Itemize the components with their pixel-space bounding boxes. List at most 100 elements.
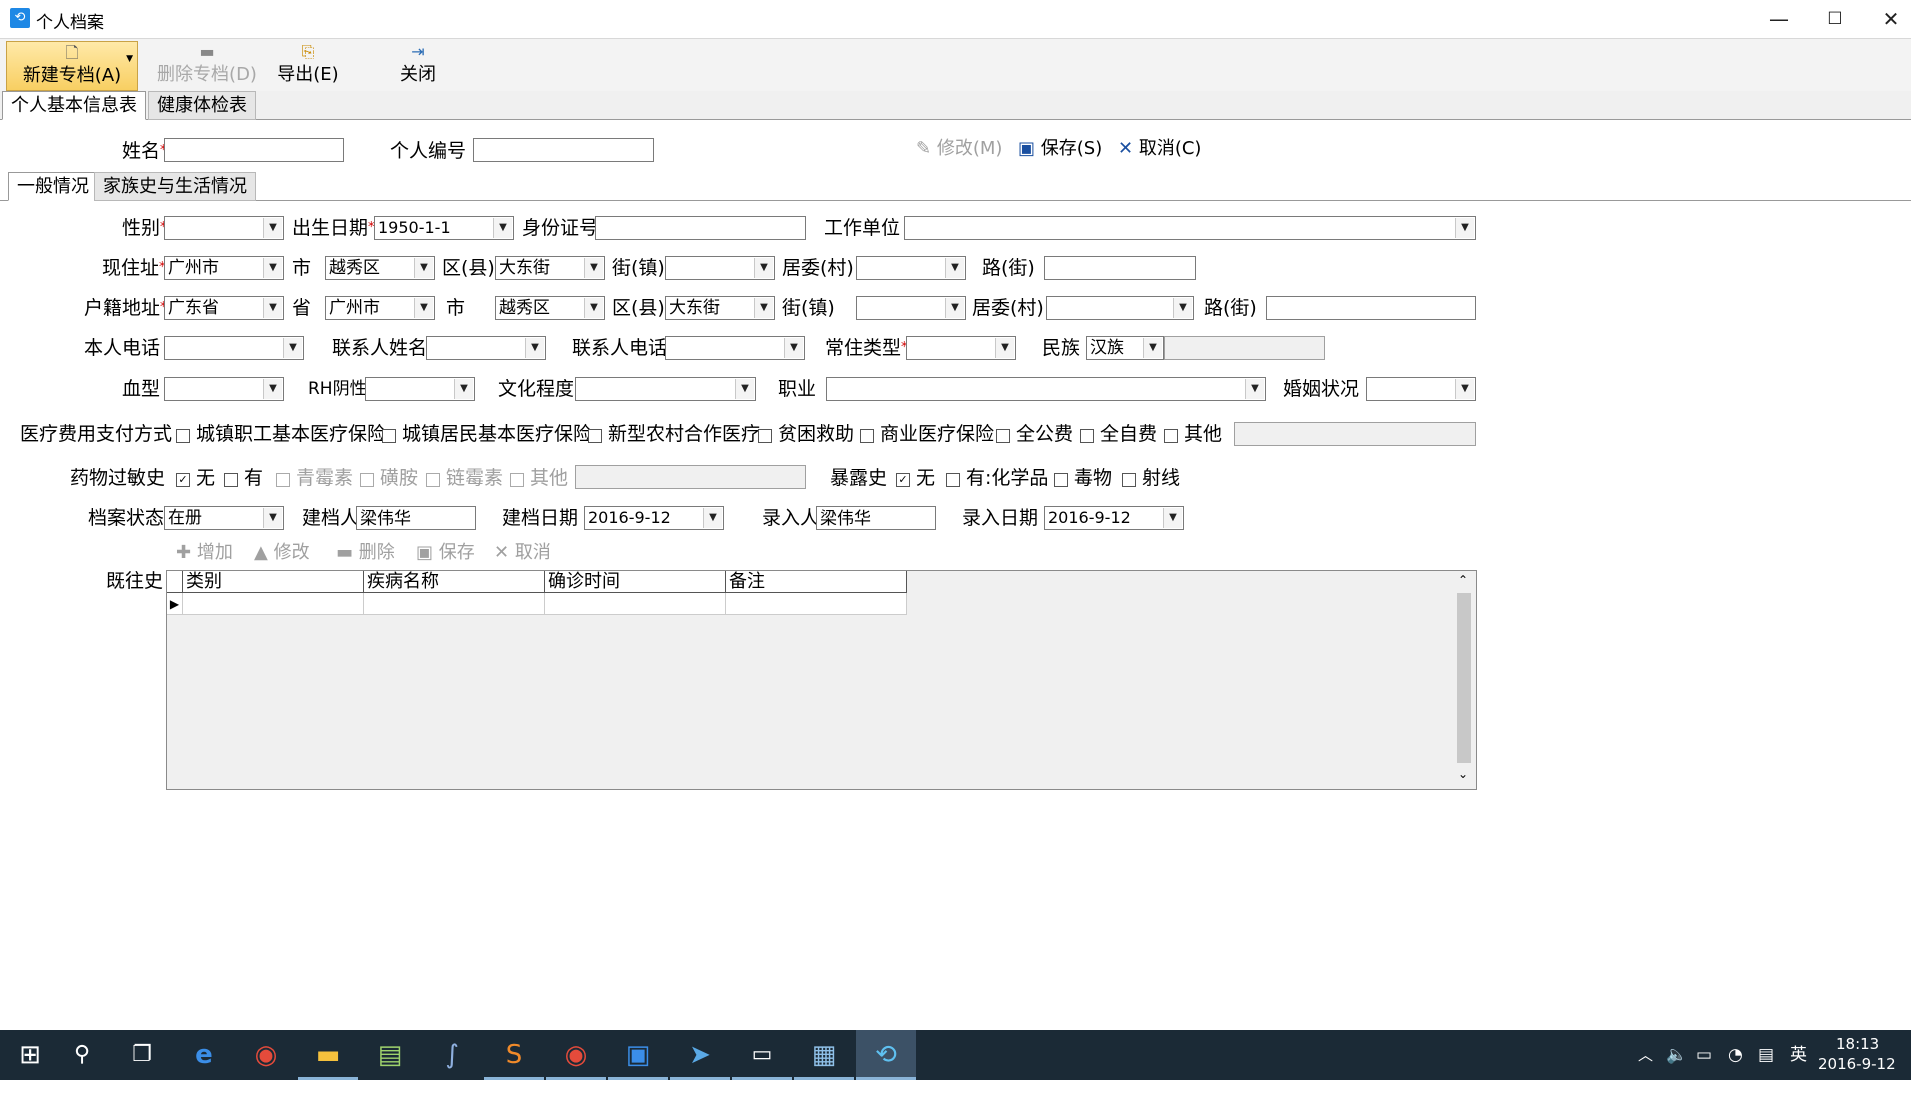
column-header-diagnosis-time[interactable]: 确诊时间 [545,571,726,593]
occupation-select[interactable]: ▼ [826,377,1266,401]
export-button[interactable]: ⎘ 导出(E) [272,41,344,89]
checkbox-allergy-yes[interactable] [224,473,238,487]
checkbox-allergy-sulfa[interactable] [360,473,374,487]
minimize-button[interactable]: — [1751,0,1807,38]
row-pointer-icon[interactable]: ▶ [167,593,183,615]
creator-input[interactable]: 梁伟华 [356,506,476,530]
app-icon[interactable]: ▤ [360,1030,420,1080]
rh-select[interactable]: ▼ [365,377,475,401]
contact-name-select[interactable]: ▼ [426,336,546,360]
hukou-city-select[interactable]: 广州市 ▼ [325,296,435,320]
entry-date-picker[interactable]: 2016-9-12 ▼ [1044,506,1184,530]
app-icon[interactable]: ➤ [670,1030,730,1080]
scroll-up-icon[interactable]: ⌃ [1458,573,1468,587]
current-town-select[interactable]: ▼ [665,256,775,280]
checkbox-exposure-none[interactable]: ✓ [896,473,910,487]
archive-status-select[interactable]: 在册 ▼ [164,506,284,530]
column-header-disease[interactable]: 疾病名称 [364,571,545,593]
search-icon[interactable]: ⚲ [52,1030,112,1080]
clock-date[interactable]: 2016-9-12 [1818,1054,1896,1104]
residence-type-select[interactable]: ▼ [906,336,1016,360]
maximize-button[interactable]: ☐ [1807,0,1863,38]
close-window-button[interactable]: ✕ [1863,0,1911,38]
checkbox-exposure-chemical[interactable] [946,473,960,487]
vertical-scrollbar[interactable]: ⌃ ⌄ [1454,571,1474,787]
task-view-icon[interactable]: ❐ [112,1030,172,1080]
start-icon[interactable]: ⊞ [0,1030,60,1080]
wifi-icon[interactable]: ◔ [1728,1030,1743,1080]
checkbox-allergy-penicillin[interactable] [276,473,290,487]
medical-history-grid[interactable]: 类别 疾病名称 确诊时间 备注 ▶ ⌃ ⌄ [166,570,1477,790]
history-delete-button[interactable]: ▬ 删除 [336,540,395,566]
tab-general[interactable]: 一般情况 [8,172,98,201]
work-unit-select[interactable]: ▼ [904,216,1476,240]
current-district-select[interactable]: 越秀区 ▼ [325,256,435,280]
ethnic-other-input[interactable] [1164,336,1325,360]
chrome-icon[interactable]: ◉ [546,1030,606,1080]
hukou-road-input[interactable] [1266,296,1476,320]
current-road-input[interactable] [1044,256,1196,280]
person-id-input[interactable] [473,138,654,162]
chevron-up-icon[interactable]: ︿ [1638,1030,1653,1080]
hukou-village-select[interactable]: ▼ [1046,296,1194,320]
contact-phone-select[interactable]: ▼ [665,336,805,360]
marital-select[interactable]: ▼ [1366,377,1476,401]
table-cell[interactable] [364,593,545,615]
name-input[interactable] [164,138,344,162]
close-button[interactable]: ⇥ 关闭 [390,41,446,89]
gender-select[interactable]: ▼ [164,216,284,240]
history-cancel-button[interactable]: ✕ 取消 [494,540,551,566]
checkbox-payment-other[interactable] [1164,429,1178,443]
app-icon[interactable]: ▣ [608,1030,668,1080]
hukou-district-select[interactable]: 越秀区 ▼ [495,296,605,320]
checkbox-payment-employee[interactable] [176,429,190,443]
table-cell[interactable] [183,593,364,615]
payment-other-input[interactable] [1234,422,1476,446]
sublime-icon[interactable]: S [484,1030,544,1080]
current-village-select[interactable]: ▼ [856,256,966,280]
checkbox-allergy-other[interactable] [510,473,524,487]
volume-icon[interactable]: 🔈 [1666,1030,1687,1080]
checkbox-payment-resident[interactable] [382,429,396,443]
phone-select[interactable]: ▼ [164,336,304,360]
checkbox-payment-self[interactable] [1080,429,1094,443]
entry-person-input[interactable]: 梁伟华 [816,506,936,530]
id-card-input[interactable] [595,216,806,240]
history-save-button[interactable]: ▣ 保存 [416,540,475,566]
delete-archive-button[interactable]: ▬ 删除专档(D) [142,41,272,89]
archive-app-icon[interactable]: ⟲ [856,1030,916,1080]
tab-basic-info[interactable]: 个人基本信息表 [2,91,146,120]
history-edit-button[interactable]: ▲ 修改 [254,540,310,566]
checkbox-allergy-none[interactable]: ✓ [176,473,190,487]
checkbox-payment-rural[interactable] [588,429,602,443]
scrollbar-thumb[interactable] [1457,593,1471,763]
file-explorer-icon[interactable]: ▬ [298,1030,358,1080]
tab-family-history[interactable]: 家族史与生活情况 [94,172,256,201]
checkbox-payment-public[interactable] [996,429,1010,443]
edge-icon[interactable]: e [174,1030,234,1080]
table-cell[interactable] [545,593,726,615]
checkbox-payment-commercial[interactable] [860,429,874,443]
current-street-select[interactable]: 大东街 ▼ [495,256,605,280]
birth-date-picker[interactable]: 1950-1-1 ▼ [374,216,514,240]
tab-health-check[interactable]: 健康体检表 [148,91,256,120]
app-icon[interactable]: ∫ [422,1030,482,1080]
hukou-town-select[interactable]: ▼ [856,296,966,320]
hukou-province-select[interactable]: 广东省 ▼ [164,296,284,320]
allergy-other-input[interactable] [575,465,806,489]
checkbox-exposure-radiation[interactable] [1122,473,1136,487]
ime-indicator[interactable]: 英 [1790,1030,1807,1080]
battery-icon[interactable]: ▭ [1696,1030,1712,1080]
history-add-button[interactable]: ✚ 增加 [176,540,233,566]
save-button[interactable]: ▣ 保存(S) [1018,136,1102,162]
checkbox-exposure-poison[interactable] [1054,473,1068,487]
create-date-picker[interactable]: 2016-9-12 ▼ [584,506,724,530]
edit-button[interactable]: ✎ 修改(M) [916,136,1002,162]
ethnic-select[interactable]: 汉族 ▼ [1086,336,1164,360]
checkbox-allergy-streptomycin[interactable] [426,473,440,487]
cancel-button[interactable]: ✕ 取消(C) [1118,136,1201,162]
app-icon[interactable]: ▦ [794,1030,854,1080]
terminal-icon[interactable]: ▭ [732,1030,792,1080]
current-city-select[interactable]: 广州市 ▼ [164,256,284,280]
table-cell[interactable] [726,593,907,615]
